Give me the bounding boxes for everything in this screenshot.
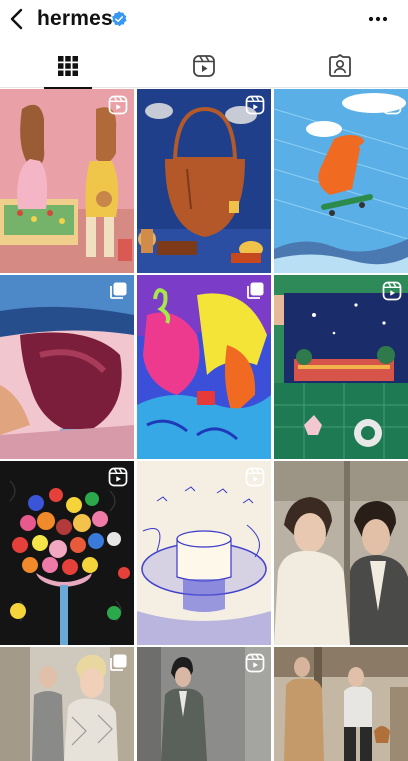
post-tile[interactable] [0,461,134,645]
tab-posts[interactable] [0,44,136,89]
chevron-left-icon[interactable] [4,6,30,32]
reels-icon [382,281,402,301]
more-horizontal-icon[interactable] [364,8,392,30]
verified-badge-icon [111,11,127,27]
tab-reels[interactable] [136,44,272,88]
reels-icon [382,95,402,115]
post-tile[interactable] [137,461,271,645]
reels-icon [108,467,128,487]
reels-icon [245,653,265,673]
carousel-icon [110,282,127,299]
post-tile[interactable] [0,647,134,761]
post-tile[interactable] [137,275,271,459]
post-image [274,461,408,645]
post-image [137,89,271,273]
reels-icon [245,95,265,115]
post-image [0,461,134,645]
carousel-icon [110,654,127,671]
post-tile[interactable] [274,275,408,459]
posts-grid [0,89,408,761]
post-image [274,275,408,459]
post-image [137,275,271,459]
tagged-person-icon [329,54,351,77]
post-tile[interactable] [0,89,134,273]
profile-username: hermes [37,7,113,30]
post-image [274,647,408,761]
post-tile[interactable] [274,89,408,273]
reels-icon [193,55,215,77]
post-image [0,89,134,273]
post-tile[interactable] [137,647,271,761]
tab-tagged[interactable] [272,44,408,88]
post-tile[interactable] [274,647,408,761]
post-image [274,89,408,273]
profile-header: hermes [0,0,408,40]
post-tile[interactable] [137,89,271,273]
reels-icon [245,467,265,487]
profile-tabs [0,44,408,89]
carousel-icon [247,282,264,299]
post-image [0,275,134,459]
post-image [137,461,271,645]
reels-icon [108,95,128,115]
grid-icon [58,56,78,76]
post-tile[interactable] [0,275,134,459]
post-tile[interactable] [274,461,408,645]
